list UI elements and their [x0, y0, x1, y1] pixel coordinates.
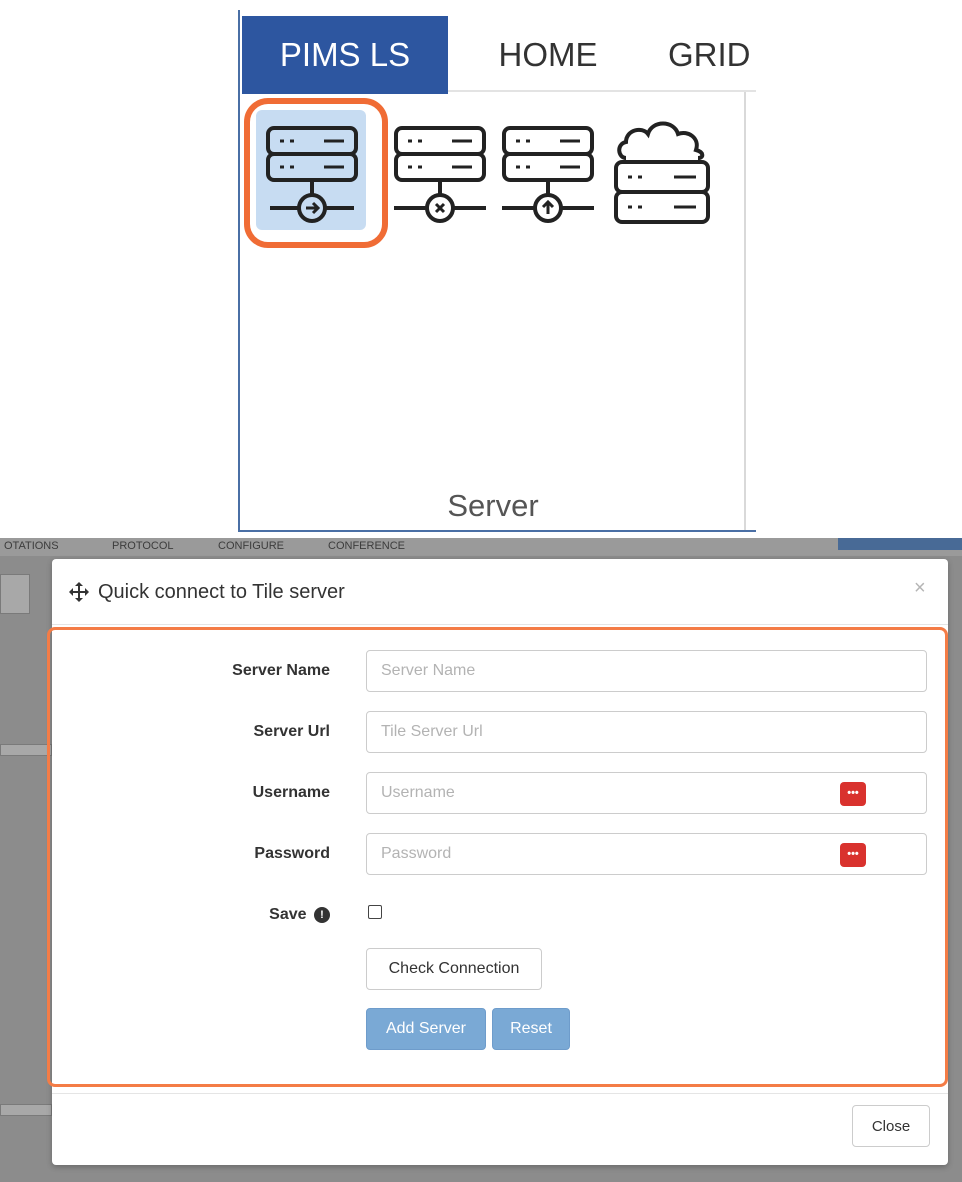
password-manager-icon[interactable]: ••• [840, 782, 866, 806]
bg-tab-configure: CONFIGURE [218, 540, 284, 552]
server-url-label: Server Url [253, 723, 331, 740]
ribbon: PIMS LS HOME GRID Server [238, 10, 756, 532]
cloud-server-icon [614, 121, 710, 224]
panel-border [448, 90, 756, 92]
tab-grid[interactable]: GRID [668, 16, 768, 94]
check-connection-button[interactable]: Check Connection [366, 948, 542, 990]
tab-home[interactable]: HOME [458, 16, 638, 94]
ribbon-group-label: Server [447, 488, 539, 523]
ribbon-border [238, 10, 240, 530]
save-label-text: Save [269, 906, 307, 923]
bg-toolbar-bar [838, 538, 962, 550]
bg-tab-annotations: OTATIONS [4, 540, 59, 552]
close-button[interactable]: Close [852, 1105, 930, 1147]
upload-server-button[interactable] [496, 110, 606, 230]
server-url-input[interactable] [366, 711, 927, 753]
server-upload-icon [502, 126, 594, 223]
ribbon-border [238, 530, 756, 532]
bg-toolbar-icon [0, 574, 30, 614]
dialog-header: Quick connect to Tile server × [52, 559, 948, 625]
bg-tab-protocol: PROTOCOL [112, 540, 174, 552]
server-disconnect-icon [394, 126, 486, 223]
bg-tab-conference: CONFERENCE [328, 540, 406, 552]
bg-panel-strip [0, 744, 52, 756]
bg-panel-strip [0, 1104, 52, 1116]
add-server-button[interactable]: Add Server [366, 1008, 486, 1050]
reset-button[interactable]: Reset [492, 1008, 570, 1050]
info-icon[interactable]: ! [314, 907, 330, 923]
dialog-title: Quick connect to Tile server [98, 581, 345, 603]
dialog-footer-divider [52, 1093, 948, 1094]
quick-connect-dialog: Quick connect to Tile server × Server Na… [47, 559, 948, 1165]
save-label: Save ! [130, 906, 330, 924]
password-label: Password [254, 845, 330, 862]
close-icon[interactable]: × [914, 577, 926, 600]
save-checkbox[interactable] [368, 905, 382, 919]
panel-border [744, 92, 746, 532]
connection-form: Server Name Server Url Username ••• Pass… [47, 627, 948, 1087]
background-toolbar: OTATIONS PROTOCOL CONFIGURE CONFERENCE [0, 538, 962, 556]
server-connect-icon [266, 126, 358, 223]
username-label: Username [252, 784, 330, 801]
move-icon[interactable] [68, 581, 90, 603]
connect-server-button[interactable] [256, 110, 366, 230]
server-name-label: Server Name [232, 662, 330, 679]
password-manager-icon[interactable]: ••• [840, 843, 866, 867]
server-name-input[interactable] [366, 650, 927, 692]
cloud-server-button[interactable] [608, 106, 718, 226]
disconnect-server-button[interactable] [386, 110, 496, 230]
tab-pims-ls[interactable]: PIMS LS [242, 16, 448, 94]
